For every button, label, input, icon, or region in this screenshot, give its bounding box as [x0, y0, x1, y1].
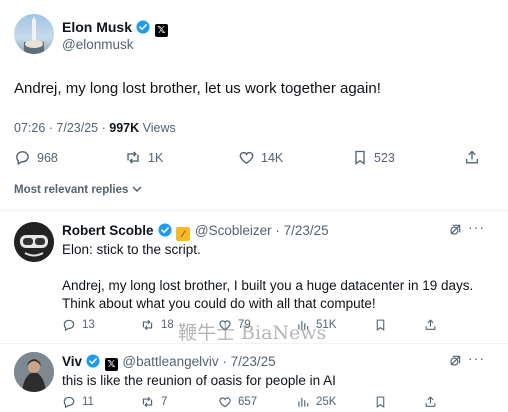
vr-headset-avatar-image [14, 222, 54, 262]
views-button[interactable]: 25K [296, 395, 336, 409]
repost-button[interactable]: 1K [124, 149, 163, 166]
views-label: Views [142, 121, 176, 135]
author-handle[interactable]: @elonmusk [62, 37, 133, 52]
like-count: 14K [261, 150, 284, 165]
post-text: Andrej, my long lost brother, let us wor… [14, 80, 381, 97]
share-icon [425, 319, 436, 330]
share-button[interactable] [424, 318, 437, 332]
author-avatar[interactable] [14, 14, 54, 54]
post-date[interactable]: 7/23/25 [56, 121, 98, 135]
reply-button[interactable]: 11 [62, 395, 94, 409]
views-chart-icon [298, 397, 309, 407]
reply-author-name[interactable]: Viv [62, 354, 82, 369]
divider [0, 210, 508, 211]
repost-icon [127, 151, 139, 164]
replies-filter-label: Most relevant replies [14, 184, 129, 196]
like-button[interactable]: 14K [238, 149, 283, 166]
affiliation-badge-icon: ⁄ [176, 227, 191, 241]
reply-avatar[interactable] [14, 352, 54, 392]
repost-count: 7 [161, 396, 168, 408]
reply-button[interactable]: 13 [62, 318, 95, 332]
reply-count: 11 [82, 396, 94, 408]
reply-author-name[interactable]: Robert Scoble [62, 223, 154, 238]
post-author-row: Elon Musk 𝕏 [62, 19, 168, 37]
reply-text-line: Elon: stick to the script. [62, 242, 201, 257]
reply-icon [63, 319, 75, 332]
heart-icon [219, 397, 231, 408]
bookmark-icon [376, 396, 385, 408]
share-button[interactable] [424, 395, 437, 409]
chevron-down-icon [132, 186, 142, 193]
reply-count: 13 [82, 319, 95, 331]
bookmark-button[interactable]: 523 [352, 149, 395, 166]
grok-icon[interactable] [448, 354, 462, 368]
reply-icon [63, 396, 75, 409]
reply-icon [16, 151, 29, 166]
x-affiliation-icon: 𝕏 [104, 358, 118, 371]
reply-avatar[interactable] [14, 222, 54, 262]
reply-author-row: Robert Scoble ⁄ @Scobleizer · 7/23/25 [62, 222, 329, 241]
reply-author-row: Viv 𝕏 @battleangelviv · 7/23/25 [62, 353, 276, 371]
watermark: 鞭牛士 BiaNews [178, 322, 327, 344]
post-meta: 07:26 · 7/23/25 · 997K Views [14, 121, 176, 135]
share-icon [425, 396, 436, 407]
more-options-icon[interactable]: ··· [468, 350, 485, 366]
x-affiliation-icon: 𝕏 [154, 24, 168, 37]
repost-button[interactable]: 7 [140, 395, 167, 409]
reply-count: 968 [37, 150, 58, 165]
views-count: 997K [109, 121, 140, 135]
bookmark-icon [355, 150, 365, 165]
like-button[interactable]: 657 [218, 395, 257, 409]
grok-icon[interactable] [448, 223, 462, 237]
reply-text: this is like the reunion of oasis for pe… [62, 373, 336, 388]
reply-text-line: Think about what you could do with all t… [62, 296, 376, 311]
verified-badge-icon [86, 354, 101, 368]
author-name[interactable]: Elon Musk [62, 19, 132, 35]
repost-count: 1K [148, 150, 164, 165]
replies-filter-dropdown[interactable]: Most relevant replies [14, 184, 142, 196]
divider [0, 343, 508, 344]
bookmark-button[interactable] [374, 318, 387, 332]
share-icon [466, 150, 478, 164]
more-options-icon[interactable]: ··· [468, 219, 485, 235]
portrait-avatar-image [14, 352, 54, 392]
share-button[interactable] [464, 149, 480, 166]
views-count: 25K [316, 396, 337, 408]
verified-badge-icon [158, 223, 172, 237]
bookmark-button[interactable] [374, 395, 387, 409]
repost-icon [142, 396, 153, 408]
repost-button[interactable]: 18 [140, 318, 174, 332]
repost-icon [142, 319, 153, 331]
rocket-launch-image [24, 16, 44, 54]
reply-button[interactable]: 968 [14, 149, 58, 166]
verified-badge-icon [136, 20, 151, 34]
like-count: 657 [238, 396, 258, 408]
reply-text-line: Andrej, my long lost brother, I built yo… [62, 278, 474, 293]
post-time[interactable]: 07:26 [14, 121, 45, 135]
repost-count: 18 [161, 319, 174, 331]
reply-handle-date[interactable]: @battleangelviv · 7/23/25 [122, 354, 275, 369]
heart-icon [239, 151, 254, 165]
bookmark-icon [376, 319, 385, 331]
reply-handle-date[interactable]: @Scobleizer · 7/23/25 [195, 223, 329, 238]
bookmark-count: 523 [374, 150, 395, 165]
